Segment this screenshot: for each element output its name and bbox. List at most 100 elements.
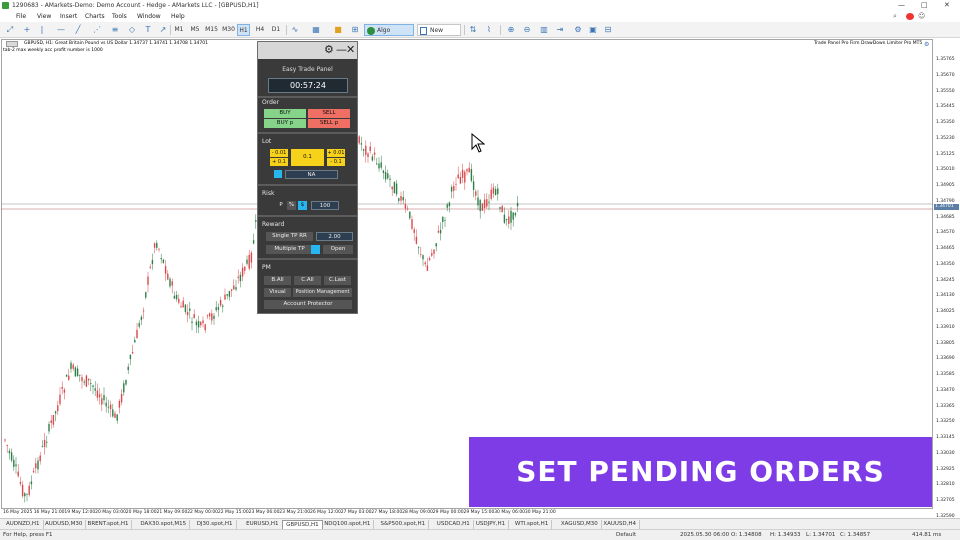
user-icon[interactable]: ☺ xyxy=(918,12,928,21)
single-tp-button[interactable]: Single TP RR xyxy=(266,232,313,241)
buy-button[interactable]: BUY xyxy=(264,109,306,118)
multiple-tp-button[interactable]: Multiple TP xyxy=(266,245,313,254)
notification-icon[interactable] xyxy=(906,13,914,20)
minimize-button[interactable]: — xyxy=(898,0,905,11)
crosshair-icon[interactable]: + xyxy=(22,25,32,35)
settings-gear-icon[interactable]: ⚙ xyxy=(324,43,334,57)
tile-windows-icon[interactable]: ⊟ xyxy=(603,25,613,35)
chart-type-icon[interactable]: ∿ xyxy=(290,25,300,35)
lot-minus-small-button[interactable]: - 0.01 xyxy=(270,149,288,157)
timeframe-m5[interactable]: M5 xyxy=(189,24,201,36)
menu-view[interactable]: View xyxy=(37,11,51,22)
symbol-tab[interactable]: EURUSD,H1 xyxy=(243,520,283,529)
timeframe-d1[interactable]: D1 xyxy=(270,24,282,36)
close-button[interactable]: ✕ xyxy=(944,0,950,11)
symbol-tab[interactable]: USDJPY,H1 xyxy=(473,520,510,529)
timeframe-h1[interactable]: H1 xyxy=(237,24,250,36)
timeframe-h4[interactable]: H4 xyxy=(254,24,266,36)
vertical-line-icon[interactable]: | xyxy=(37,25,47,35)
symbol-tab[interactable]: GBPUSD,H1 xyxy=(282,520,323,529)
properties-icon[interactable]: ⚙ xyxy=(573,25,583,35)
candle-body xyxy=(131,351,134,354)
position-management-button[interactable]: Position Management xyxy=(293,288,352,297)
sell-button[interactable]: SELL xyxy=(308,109,350,118)
open-tp-button[interactable]: Open xyxy=(323,245,353,254)
symbol-tab[interactable]: AUDNZD,H1 xyxy=(3,520,44,529)
close-last-button[interactable]: C.Last xyxy=(324,276,351,285)
candle-body xyxy=(426,265,429,271)
indicators-icon[interactable]: ▦ xyxy=(311,25,321,35)
menu-file[interactable]: File xyxy=(16,11,26,22)
templates-icon[interactable]: ■ xyxy=(333,25,343,35)
grid-icon[interactable]: ▥ xyxy=(539,25,549,35)
menu-window[interactable]: Window xyxy=(137,11,161,22)
symbol-tab[interactable]: DJ30.spot,H1 xyxy=(194,520,237,529)
candle-body xyxy=(453,186,455,191)
chart-options-icon[interactable] xyxy=(6,41,18,47)
lot-value-field[interactable]: 0.1 xyxy=(291,149,324,166)
lot-plus-large-button[interactable]: + 0.1 xyxy=(270,158,288,166)
sell-pending-button[interactable]: SELL p xyxy=(308,119,350,128)
autoscroll-icon[interactable]: ⇥ xyxy=(555,25,565,35)
menu-charts[interactable]: Charts xyxy=(85,11,105,22)
indicator-settings-icon[interactable]: ⚙ xyxy=(924,41,929,48)
price-tick-label: 1.34350 xyxy=(936,261,955,267)
timeframe-m30[interactable]: M30 xyxy=(221,24,236,36)
symbol-tab[interactable]: S&P500.spot,H1 xyxy=(378,520,430,529)
candle-body xyxy=(180,306,182,308)
menu-help[interactable]: Help xyxy=(171,11,185,22)
symbol-tab[interactable]: USDCAD,H1 xyxy=(434,520,474,529)
risk-value-field[interactable]: 100 xyxy=(311,201,339,210)
risk-percent-toggle[interactable]: % xyxy=(287,201,296,210)
menu-tools[interactable]: Tools xyxy=(112,11,127,22)
menu-insert[interactable]: Insert xyxy=(60,11,77,22)
signals-icon[interactable]: ⌇ xyxy=(484,25,494,35)
trendline-icon[interactable]: ╱ xyxy=(73,25,83,35)
symbol-tab[interactable]: XAGUSD,M30 xyxy=(558,520,602,529)
horizontal-line-icon[interactable]: — xyxy=(56,25,66,35)
cursor-tool-icon[interactable]: ⤢ xyxy=(5,25,15,35)
risk-dollar-toggle[interactable]: $ xyxy=(298,201,307,210)
search-icon[interactable]: ⌕ xyxy=(893,12,903,21)
channel-icon[interactable]: ⋰ xyxy=(92,25,102,35)
maximize-button[interactable]: □ xyxy=(921,0,928,11)
status-profile[interactable]: Default xyxy=(616,530,636,540)
buy-all-button[interactable]: B.All xyxy=(264,276,291,285)
candle-body xyxy=(446,204,448,208)
lock-icon[interactable]: ⊞ xyxy=(350,25,360,35)
candle-body xyxy=(140,316,143,321)
symbol-tab[interactable]: DAX30.spot,M15 xyxy=(137,520,191,529)
symbol-tab[interactable]: NDQ100.spot,H1 xyxy=(321,520,375,529)
candle-body xyxy=(65,374,68,377)
candle-body xyxy=(134,339,136,343)
rr-value-field[interactable]: 2.00 xyxy=(316,232,353,241)
close-all-button[interactable]: C.All xyxy=(294,276,321,285)
symbol-tab[interactable]: XAUUSD,H4 xyxy=(600,520,641,529)
lot-mode-checkbox[interactable] xyxy=(274,170,282,178)
timeframe-m15[interactable]: M15 xyxy=(204,24,219,36)
symbol-tab[interactable]: BRENT.spot,H1 xyxy=(85,520,133,529)
visual-button[interactable]: Visual xyxy=(264,288,291,297)
symbol-tab[interactable]: AUDUSD,M30 xyxy=(42,520,87,529)
time-axis[interactable]: 16 May 2025 16 May 21:00 19 May 12:00 20 Ma… xyxy=(1,509,933,518)
fibonacci-icon[interactable]: ≡ xyxy=(110,25,120,35)
multiple-tp-checkbox[interactable] xyxy=(311,245,320,254)
screenshot-icon[interactable]: ▣ xyxy=(588,25,598,35)
candle-body xyxy=(492,187,495,194)
candle-body xyxy=(395,183,398,195)
lot-plus-small-button[interactable]: + 0.01 xyxy=(327,149,345,157)
time-tick-label: 22 May 00:00 xyxy=(187,510,219,515)
arrows-icon[interactable]: ↗ xyxy=(158,25,168,35)
zoom-out-icon[interactable]: ⊖ xyxy=(522,25,532,35)
zoom-in-icon[interactable]: ⊕ xyxy=(506,25,516,35)
lot-minus-large-button[interactable]: - 0.1 xyxy=(327,158,345,166)
text-tool-icon[interactable]: T xyxy=(143,25,153,35)
price-axis[interactable]: 1.35765 1.35670 1.35550 1.35445 1.35350 1.352… xyxy=(934,39,960,535)
close-panel-icon[interactable]: ✕ xyxy=(346,43,355,57)
depth-of-market-icon[interactable]: ⇅ xyxy=(468,25,478,35)
account-protector-button[interactable]: Account Protector xyxy=(264,300,352,309)
timeframe-m1[interactable]: M1 xyxy=(173,24,185,36)
shapes-icon[interactable]: ◇ xyxy=(127,25,137,35)
buy-pending-button[interactable]: BUY p xyxy=(264,119,306,128)
symbol-tab[interactable]: WTI.spot,H1 xyxy=(512,520,553,529)
